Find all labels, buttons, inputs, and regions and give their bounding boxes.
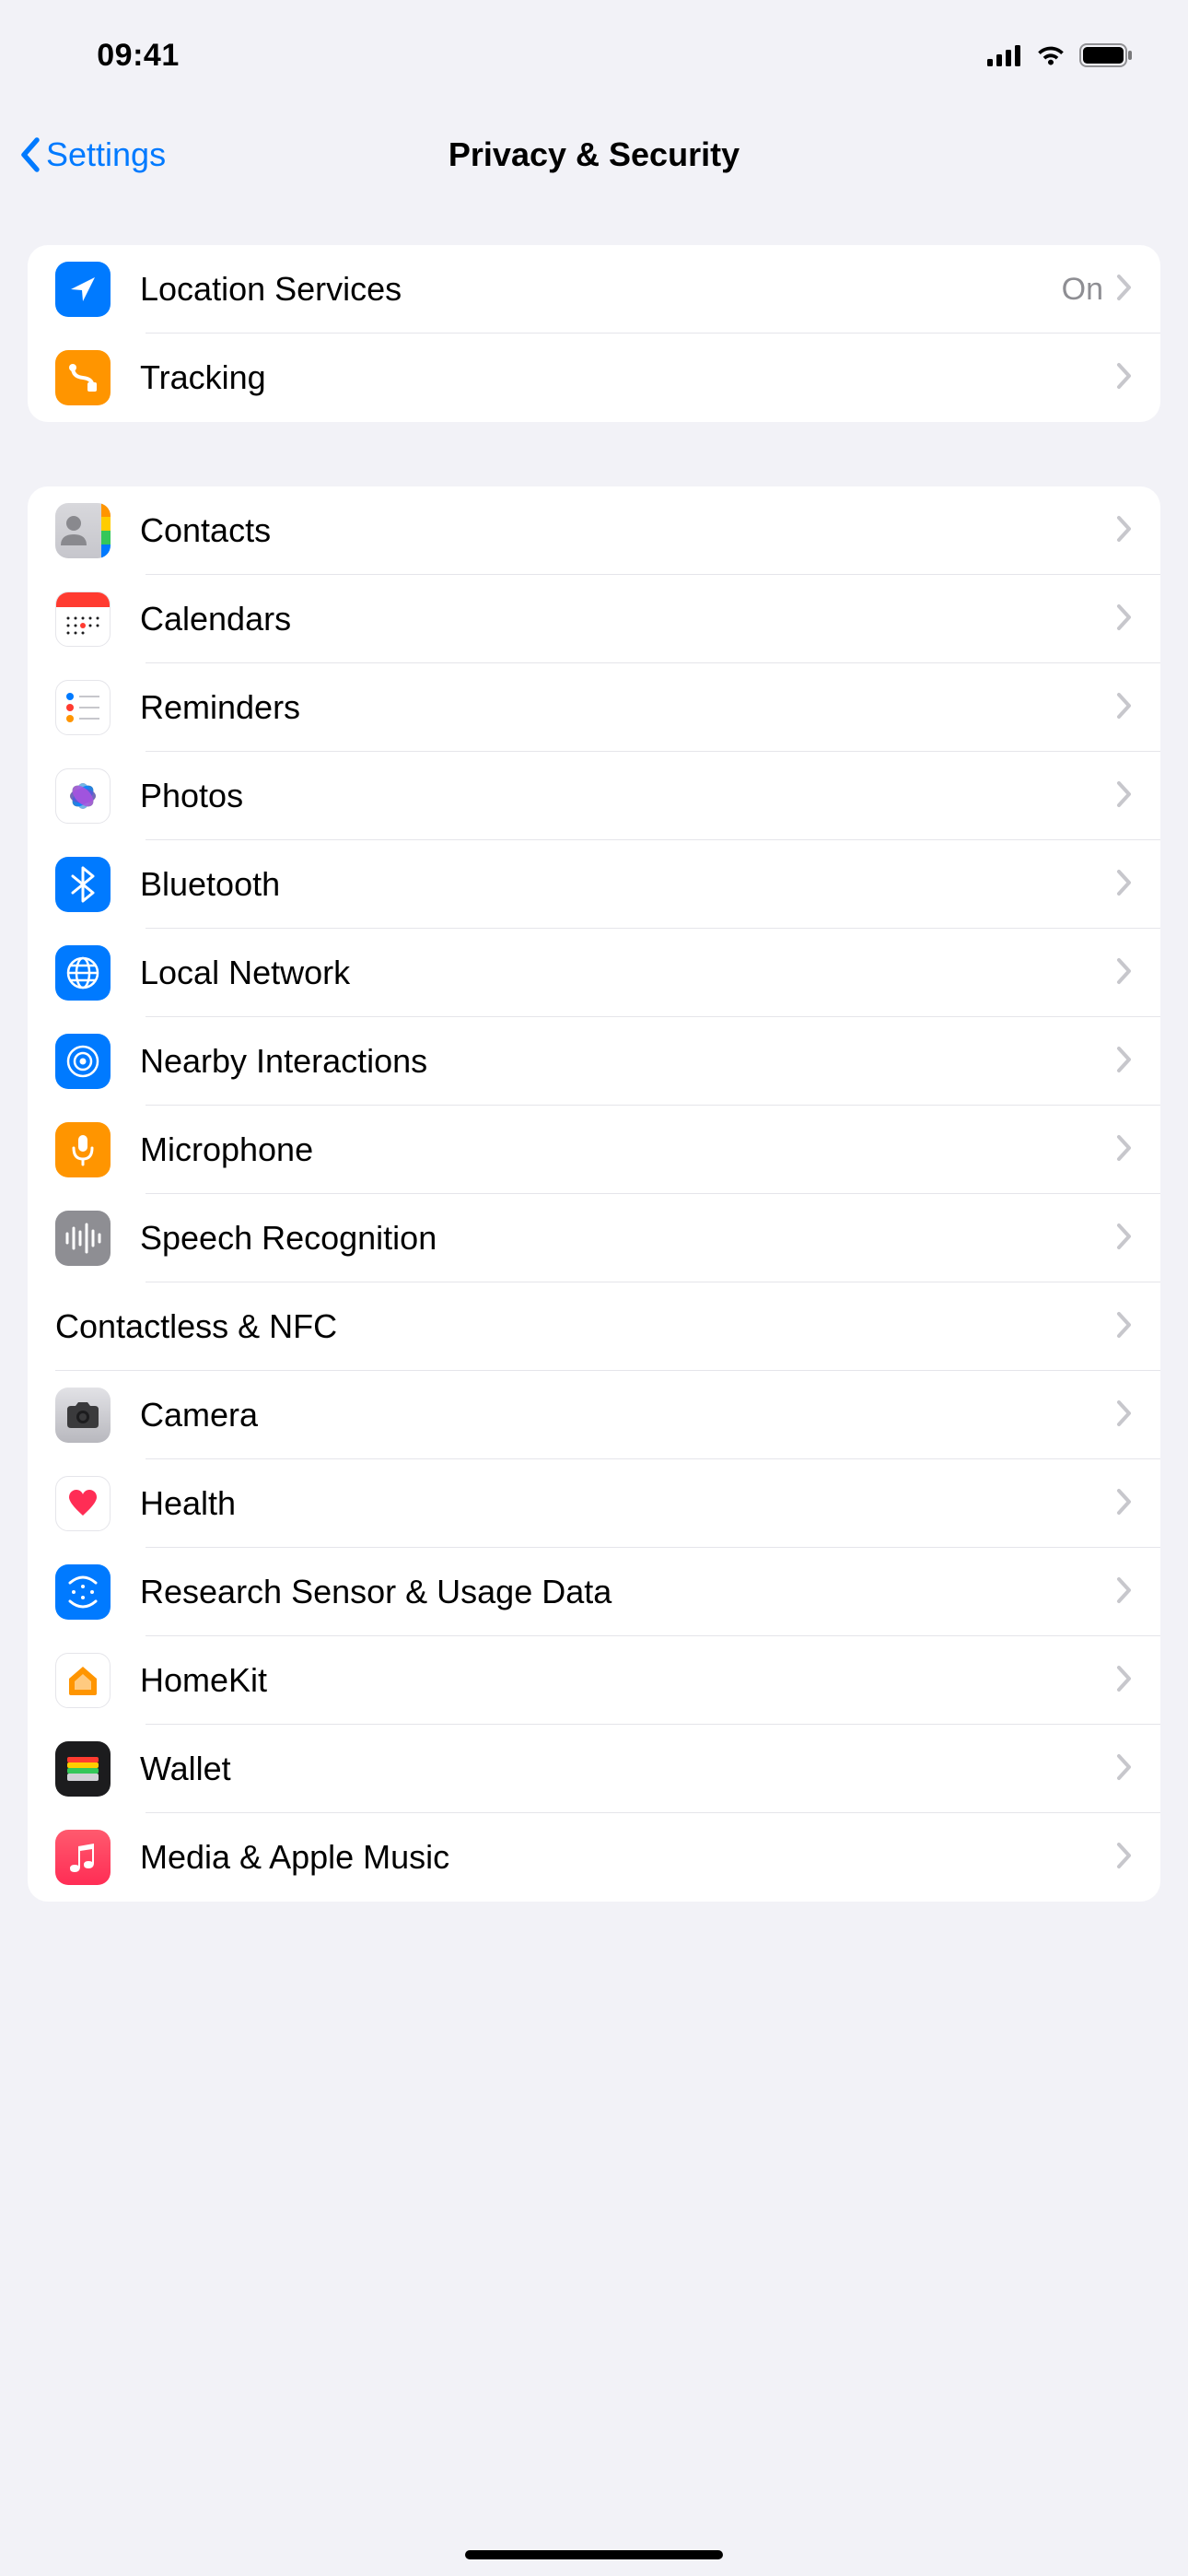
reminders-icon xyxy=(55,680,111,735)
chevron-right-icon xyxy=(1116,780,1133,813)
row-local-network[interactable]: Local Network xyxy=(28,929,1160,1017)
home-indicator xyxy=(465,2550,723,2559)
contacts-icon xyxy=(55,503,111,558)
row-media-apple-music[interactable]: Media & Apple Music xyxy=(28,1813,1160,1902)
chevron-right-icon xyxy=(1116,1134,1133,1166)
research-icon xyxy=(55,1564,111,1620)
row-microphone[interactable]: Microphone xyxy=(28,1106,1160,1194)
navigation-bar: Settings Privacy & Security xyxy=(0,111,1188,199)
globe-icon xyxy=(55,945,111,1001)
location-icon xyxy=(55,262,111,317)
row-homekit[interactable]: HomeKit xyxy=(28,1636,1160,1725)
photos-icon xyxy=(55,768,111,824)
row-label: Reminders xyxy=(140,688,1116,727)
status-icons xyxy=(987,43,1133,67)
chevron-right-icon xyxy=(1116,957,1133,989)
row-photos[interactable]: Photos xyxy=(28,752,1160,840)
chevron-right-icon xyxy=(1116,515,1133,547)
row-value: On xyxy=(1062,272,1103,308)
row-label: Local Network xyxy=(140,954,1116,992)
row-wallet[interactable]: Wallet xyxy=(28,1725,1160,1813)
row-label: Tracking xyxy=(140,358,1116,397)
back-button[interactable]: Settings xyxy=(18,135,166,174)
camera-icon xyxy=(55,1388,111,1443)
row-label: Contacts xyxy=(140,511,1116,550)
chevron-right-icon xyxy=(1116,692,1133,724)
row-label: Contactless & NFC xyxy=(55,1307,1116,1346)
health-icon xyxy=(55,1476,111,1531)
chevron-right-icon xyxy=(1116,1488,1133,1520)
chevron-right-icon xyxy=(1116,1311,1133,1343)
chevron-right-icon xyxy=(1116,362,1133,394)
row-health[interactable]: Health xyxy=(28,1459,1160,1548)
settings-group-location: Location Services On Tracking xyxy=(28,245,1160,422)
chevron-right-icon xyxy=(1116,1753,1133,1786)
row-label: Photos xyxy=(140,777,1116,815)
row-contacts[interactable]: Contacts xyxy=(28,486,1160,575)
wifi-icon xyxy=(1035,44,1066,66)
chevron-right-icon xyxy=(1116,1223,1133,1255)
status-time: 09:41 xyxy=(0,38,276,74)
wallet-icon xyxy=(55,1741,111,1797)
row-label: Speech Recognition xyxy=(140,1219,1116,1258)
nearby-icon xyxy=(55,1034,111,1089)
microphone-icon xyxy=(55,1122,111,1177)
row-label: Wallet xyxy=(140,1750,1116,1788)
chevron-right-icon xyxy=(1116,1665,1133,1697)
row-label: Nearby Interactions xyxy=(140,1042,1116,1081)
page-title: Privacy & Security xyxy=(0,135,1188,174)
bluetooth-icon xyxy=(55,857,111,912)
row-label: Microphone xyxy=(140,1130,1116,1169)
battery-icon xyxy=(1079,43,1133,67)
row-label: Research Sensor & Usage Data xyxy=(140,1573,1116,1611)
row-reminders[interactable]: Reminders xyxy=(28,663,1160,752)
row-bluetooth[interactable]: Bluetooth xyxy=(28,840,1160,929)
back-label: Settings xyxy=(46,135,166,174)
row-label: Camera xyxy=(140,1396,1116,1434)
chevron-right-icon xyxy=(1116,1046,1133,1078)
home-icon xyxy=(55,1653,111,1708)
row-contactless-nfc[interactable]: Contactless & NFC xyxy=(28,1282,1160,1371)
row-camera[interactable]: Camera xyxy=(28,1371,1160,1459)
tracking-icon xyxy=(55,350,111,405)
music-icon xyxy=(55,1830,111,1885)
row-location-services[interactable]: Location Services On xyxy=(28,245,1160,334)
row-label: Health xyxy=(140,1484,1116,1523)
chevron-right-icon xyxy=(1116,603,1133,636)
chevron-right-icon xyxy=(1116,1576,1133,1609)
waveform-icon xyxy=(55,1211,111,1266)
settings-group-apps: Contacts Calendars Reminders P xyxy=(28,486,1160,1902)
row-speech-recognition[interactable]: Speech Recognition xyxy=(28,1194,1160,1282)
status-bar: 09:41 xyxy=(0,0,1188,111)
chevron-right-icon xyxy=(1116,1399,1133,1432)
chevron-right-icon xyxy=(1116,274,1133,306)
row-label: Media & Apple Music xyxy=(140,1838,1116,1877)
cellular-icon xyxy=(987,44,1022,66)
row-label: Calendars xyxy=(140,600,1116,638)
row-tracking[interactable]: Tracking xyxy=(28,334,1160,422)
chevron-right-icon xyxy=(1116,869,1133,901)
row-research-sensor[interactable]: Research Sensor & Usage Data xyxy=(28,1548,1160,1636)
row-calendars[interactable]: Calendars xyxy=(28,575,1160,663)
chevron-right-icon xyxy=(1116,1842,1133,1874)
chevron-left-icon xyxy=(18,136,41,173)
row-label: Bluetooth xyxy=(140,865,1116,904)
row-label: Location Services xyxy=(140,270,1062,309)
row-label: HomeKit xyxy=(140,1661,1116,1700)
calendar-icon xyxy=(55,591,111,647)
row-nearby-interactions[interactable]: Nearby Interactions xyxy=(28,1017,1160,1106)
